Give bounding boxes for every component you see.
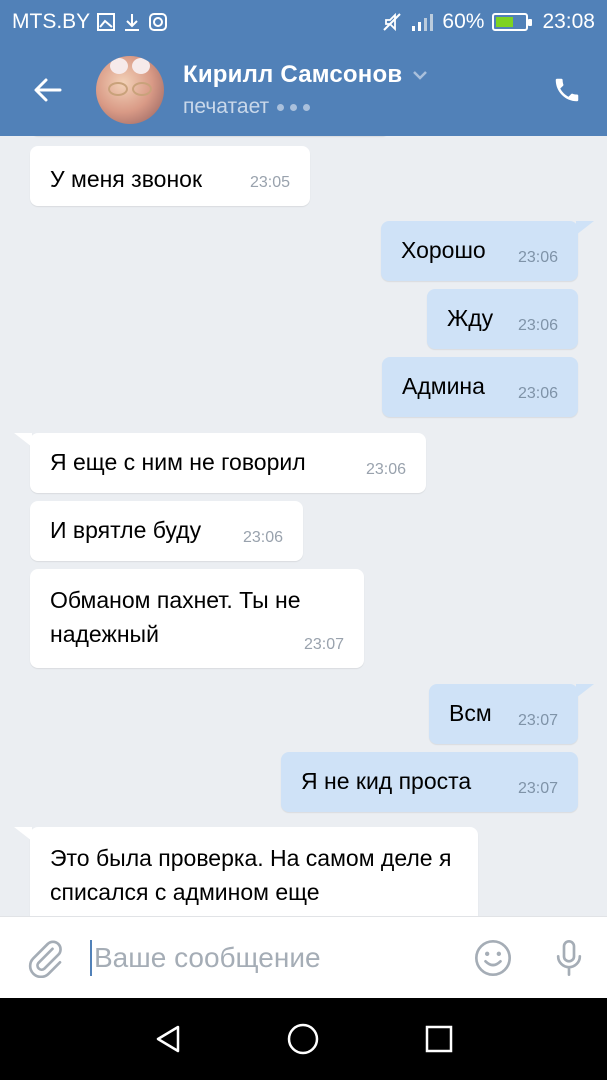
message-time: 23:06	[517, 249, 558, 266]
home-circle-icon	[288, 1023, 319, 1055]
download-icon	[125, 14, 140, 31]
contact-name: Кирилл Самсонов	[183, 61, 403, 88]
battery-icon	[492, 13, 533, 31]
typing-status: печатает	[183, 95, 270, 118]
phone-icon	[555, 78, 579, 102]
message-time: 23:07	[303, 636, 344, 653]
nav-home-button[interactable]	[273, 1009, 333, 1069]
message-time: 23:07	[517, 780, 558, 797]
mute-icon	[383, 12, 402, 32]
typing-dots	[277, 103, 311, 111]
message-time: 23:05	[249, 174, 290, 191]
message-time: 23:06	[517, 385, 558, 402]
message-composer: Ваше сообщение	[0, 916, 607, 998]
chat-header: Кирилл Самсонов печатает	[0, 44, 607, 136]
back-button[interactable]	[0, 44, 96, 136]
back-triangle-icon	[156, 1025, 180, 1053]
message-input[interactable]: Ваше сообщение	[90, 933, 455, 983]
nav-back-button[interactable]	[138, 1009, 198, 1069]
back-arrow-icon	[34, 78, 62, 102]
emoji-icon	[475, 939, 511, 976]
message-time: 23:06	[365, 461, 406, 478]
clock: 23:08	[542, 10, 595, 33]
attach-button[interactable]	[0, 917, 90, 999]
battery-percent: 60%	[442, 10, 485, 33]
message-text: Обманом пахнет. Ты не надежный	[50, 587, 301, 647]
message-bubble[interactable]: Я не кид проста 23:07	[281, 752, 578, 812]
nav-recents-button[interactable]	[409, 1009, 469, 1069]
battery-level-fill	[496, 17, 514, 27]
message-bubble[interactable]: У меня звонок 23:05	[30, 146, 310, 206]
contact-info[interactable]: Кирилл Самсонов печатает	[183, 61, 428, 119]
message-bubble[interactable]: Всм 23:07	[429, 684, 594, 744]
message-bubble[interactable]: Обманом пахнет. Ты не надежный 23:07	[30, 569, 364, 668]
chevron-down-icon	[413, 71, 428, 80]
message-time: 23:06	[517, 317, 558, 334]
message-bubble[interactable]: Админа 23:06	[382, 357, 578, 417]
message-time: 23:06	[242, 529, 283, 546]
image-icon	[97, 13, 116, 31]
message-bubble[interactable]: И врятле буду 23:06	[30, 501, 303, 561]
status-bar: MTS.BY 60% 23:08	[0, 0, 607, 44]
message-text: Я еще с ним не говорил	[50, 449, 306, 475]
instagram-icon	[149, 13, 168, 31]
emoji-button[interactable]	[455, 917, 531, 999]
message-bubble[interactable]: Хорошо 23:06	[381, 221, 594, 281]
voice-button[interactable]	[531, 917, 607, 999]
carrier-label: MTS.BY	[12, 10, 91, 33]
message-time: 23:07	[517, 712, 558, 729]
message-bubble[interactable]: Это была проверка. На самом деле я списа…	[14, 827, 478, 916]
message-bubble[interactable]: Жду 23:06	[427, 289, 578, 349]
microphone-icon	[556, 939, 582, 976]
message-list[interactable]: У меня звонок 23:05 Хорошо 23:06 Жду 23:…	[0, 136, 607, 916]
attach-icon	[28, 939, 62, 978]
message-bubble[interactable]: Я еще с ним не говорил 23:06	[14, 433, 426, 493]
signal-icon	[412, 14, 434, 31]
recents-square-icon	[425, 1025, 453, 1053]
message-placeholder: Ваше сообщение	[94, 941, 321, 973]
call-button[interactable]	[527, 44, 607, 136]
message-text: Это была проверка. На самом деле я списа…	[50, 845, 452, 905]
avatar[interactable]	[96, 56, 164, 124]
text-caret	[90, 939, 92, 976]
system-nav-bar	[0, 998, 607, 1080]
